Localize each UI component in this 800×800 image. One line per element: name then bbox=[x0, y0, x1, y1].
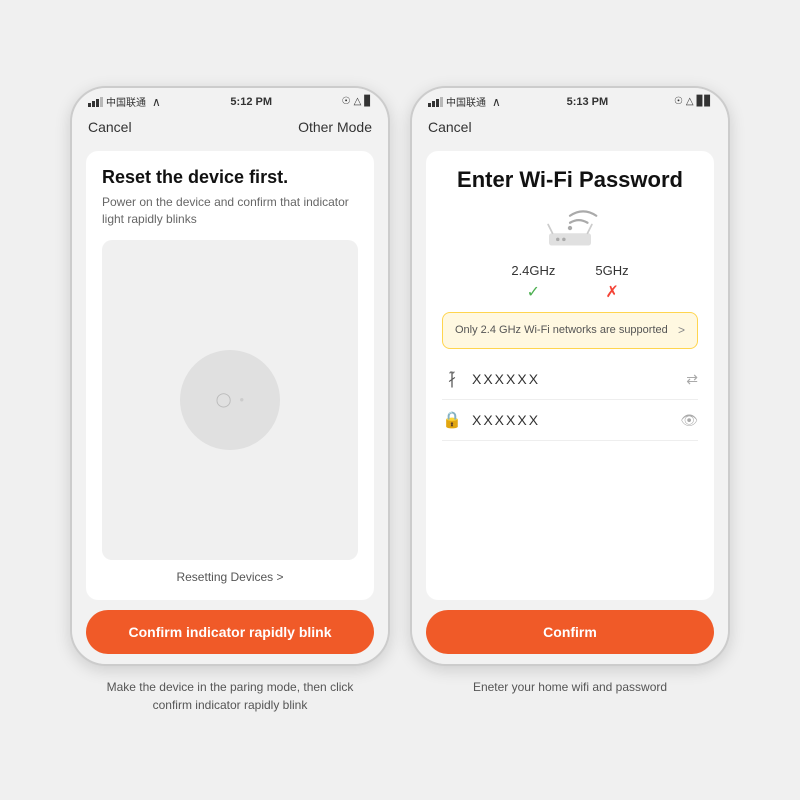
phone1-caption-text: Make the device in the paring mode, then… bbox=[107, 680, 354, 712]
phone2: 中国联通 ∧ 5:13 PM ☉ △ ▊▊ Cancel Enter Wi-Fi… bbox=[410, 86, 730, 666]
confirm-wifi-button[interactable]: Confirm bbox=[426, 610, 714, 654]
main-container: 中国联通 ∧ 5:12 PM ☉ △ ▊ Cancel Other Mode R… bbox=[50, 66, 750, 734]
phone1-wrapper: 中国联通 ∧ 5:12 PM ☉ △ ▊ Cancel Other Mode R… bbox=[70, 86, 390, 714]
circle-dot: ● bbox=[239, 395, 244, 404]
router-icon-area bbox=[442, 207, 698, 251]
phone1-nav: Cancel Other Mode bbox=[72, 113, 388, 141]
phone1-status-bar: 中国联通 ∧ 5:12 PM ☉ △ ▊ bbox=[72, 88, 388, 113]
warning-text: Only 2.4 GHz Wi-Fi networks are supporte… bbox=[455, 323, 672, 338]
phone1-status-left: 中国联通 ∧ bbox=[88, 94, 161, 109]
password-row: 🔒 XXXXXX 👁 bbox=[442, 400, 698, 441]
wifi-icon-2: ∧ bbox=[492, 95, 501, 109]
phone2-time: 5:13 PM bbox=[567, 96, 609, 108]
phone2-caption-text: Eneter your home wifi and password bbox=[473, 680, 667, 694]
phone1-other-mode[interactable]: Other Mode bbox=[298, 119, 372, 135]
device-circle: ◯ ● bbox=[180, 350, 280, 450]
notification-icon-2: △ bbox=[686, 96, 694, 107]
freq-5-item: 5GHz ✗ bbox=[595, 263, 628, 302]
ssid-value[interactable]: XXXXXX bbox=[472, 371, 676, 387]
signal-bars-2 bbox=[428, 97, 443, 107]
eye-icon: 👁 bbox=[680, 412, 698, 429]
phone2-status-bar: 中国联通 ∧ 5:13 PM ☉ △ ▊▊ bbox=[412, 88, 728, 113]
device-inner: ◯ ● bbox=[216, 391, 245, 408]
freq-24-check: ✓ bbox=[527, 282, 540, 302]
ssid-action-icon: ⇄ bbox=[686, 371, 698, 388]
confirm-blink-button[interactable]: Confirm indicator rapidly blink bbox=[86, 610, 374, 654]
battery-icon: ▊ bbox=[364, 96, 372, 107]
ssid-row: ∤̃ XXXXXX ⇄ bbox=[442, 359, 698, 400]
device-image-area: ◯ ● bbox=[102, 240, 358, 560]
router-icon bbox=[535, 207, 605, 251]
phone2-caption: Eneter your home wifi and password bbox=[473, 678, 667, 696]
frequency-row: 2.4GHz ✓ 5GHz ✗ bbox=[442, 263, 698, 302]
wifi-icon: ∧ bbox=[152, 95, 161, 109]
phone1-caption: Make the device in the paring mode, then… bbox=[90, 678, 370, 714]
freq-5-label: 5GHz bbox=[595, 263, 628, 278]
phone1-content: Reset the device first. Power on the dev… bbox=[72, 141, 388, 664]
phone2-status-right: ☉ △ ▊▊ bbox=[674, 96, 712, 107]
freq-24-label: 2.4GHz bbox=[511, 263, 555, 278]
location-icon-2: ☉ bbox=[674, 96, 683, 107]
phone2-nav: Cancel bbox=[412, 113, 728, 141]
phone1-status-right: ☉ △ ▊ bbox=[342, 96, 372, 107]
wifi-input-icon: ∤̃ bbox=[442, 369, 462, 389]
phone1-card-subtitle: Power on the device and confirm that ind… bbox=[102, 194, 358, 228]
phone1-card: Reset the device first. Power on the dev… bbox=[86, 151, 374, 600]
phone2-status-left: 中国联通 ∧ bbox=[428, 94, 501, 109]
freq-24-item: 2.4GHz ✓ bbox=[511, 263, 555, 302]
password-value[interactable]: XXXXXX bbox=[472, 412, 670, 428]
phone2-content: Enter Wi-Fi Password bbox=[412, 141, 728, 664]
phone2-wrapper: 中国联通 ∧ 5:13 PM ☉ △ ▊▊ Cancel Enter Wi-Fi… bbox=[410, 86, 730, 696]
warning-arrow: > bbox=[678, 323, 685, 337]
warning-box[interactable]: Only 2.4 GHz Wi-Fi networks are supporte… bbox=[442, 312, 698, 349]
battery-icon-2: ▊▊ bbox=[697, 96, 712, 107]
signal-bars bbox=[88, 97, 103, 107]
phone2-card: Enter Wi-Fi Password bbox=[426, 151, 714, 600]
notification-icon: △ bbox=[354, 96, 362, 107]
phone1: 中国联通 ∧ 5:12 PM ☉ △ ▊ Cancel Other Mode R… bbox=[70, 86, 390, 666]
reset-link[interactable]: Resetting Devices > bbox=[102, 570, 358, 584]
phone1-cancel[interactable]: Cancel bbox=[88, 119, 132, 135]
location-icon: ☉ bbox=[342, 96, 351, 107]
carrier-text: 中国联通 bbox=[106, 94, 146, 109]
phone2-cancel[interactable]: Cancel bbox=[428, 119, 472, 135]
phone1-card-title: Reset the device first. bbox=[102, 167, 358, 188]
phone1-time: 5:12 PM bbox=[230, 96, 272, 108]
lock-icon: 🔒 bbox=[442, 410, 462, 430]
power-icon: ◯ bbox=[216, 391, 232, 408]
wifi-title: Enter Wi-Fi Password bbox=[442, 167, 698, 193]
carrier-text-2: 中国联通 bbox=[446, 94, 486, 109]
freq-5-cross: ✗ bbox=[605, 282, 618, 302]
